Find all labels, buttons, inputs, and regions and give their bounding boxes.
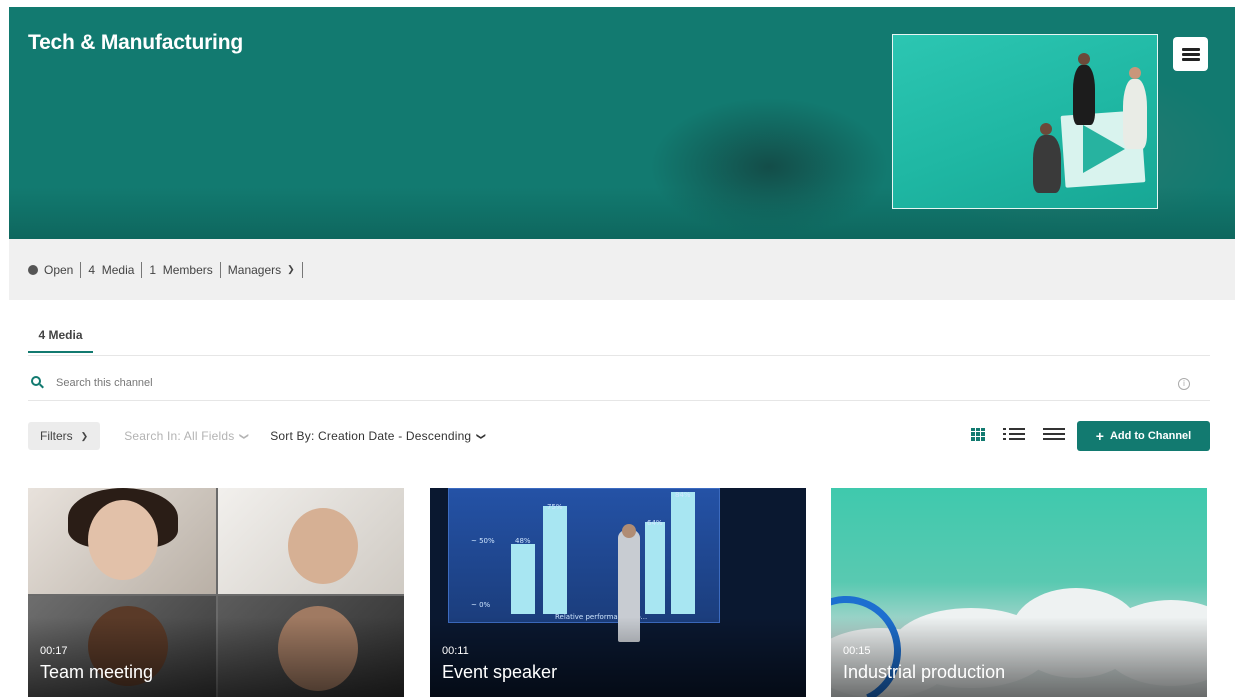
chevron-down-icon: ❯ <box>287 264 295 274</box>
divider <box>219 261 221 278</box>
thumbnail-bar <box>645 522 665 614</box>
media-toolbar: Filters ❯ Search In: All Fields ❯ Sort B… <box>28 421 1210 451</box>
media-count-label: Media <box>101 262 135 277</box>
sort-by-label: Sort By: Creation Date - Descending <box>270 429 472 443</box>
info-icon[interactable]: i <box>1178 378 1190 390</box>
thumbnail-bar <box>671 492 695 614</box>
channel-banner: Tech & Manufacturing <box>9 7 1235 239</box>
plus-icon: + <box>1095 428 1104 444</box>
media-title[interactable]: Industrial production <box>843 662 1005 683</box>
thumbnail-face <box>88 500 158 580</box>
members-count: 1 <box>149 262 157 277</box>
thumbnail-speaker-head <box>622 524 636 538</box>
media-duration: 00:11 <box>442 645 469 657</box>
screen-axis-label: ~ 0% <box>471 601 491 609</box>
thumbnail-person-head <box>1040 123 1052 135</box>
channel-actions-menu-button[interactable] <box>1173 37 1208 71</box>
chevron-down-icon: ❯ <box>476 432 487 440</box>
chevron-right-icon: ❯ <box>80 430 89 441</box>
thumbnail-overlay <box>430 617 806 697</box>
search-in-dropdown[interactable]: Search In: All Fields ❯ <box>124 429 250 443</box>
media-title[interactable]: Team meeting <box>40 662 153 683</box>
detailed-list-view-icon[interactable] <box>1003 427 1025 441</box>
screen-bar-label: 64% <box>647 519 663 527</box>
managers-dropdown[interactable]: Managers ❯ <box>228 263 295 277</box>
screen-bar-label: 84% <box>675 491 691 499</box>
divider <box>80 261 82 278</box>
menu-icon <box>1181 46 1200 63</box>
filters-button[interactable]: Filters ❯ <box>28 422 101 450</box>
media-duration: 00:15 <box>843 645 871 657</box>
media-title[interactable]: Event speaker <box>442 662 557 683</box>
chevron-down-icon: ❯ <box>239 432 250 440</box>
channel-title: Tech & Manufacturing <box>28 31 243 54</box>
screen-bar-label: 48% <box>515 537 531 545</box>
thumbnail-person-head <box>1078 53 1090 65</box>
visibility-label: Open <box>44 262 74 277</box>
tabs-divider <box>28 355 1210 356</box>
members-count-label: Members <box>162 262 213 277</box>
media-card[interactable]: 00:17 Team meeting <box>28 488 404 697</box>
screen-axis-label: ~ 50% <box>471 537 495 545</box>
media-card[interactable]: 00:15 Industrial production <box>831 488 1207 697</box>
channel-page: Tech & Manufacturing Open 4 Media 1 Memb… <box>0 0 1235 697</box>
add-to-channel-label: Add to Channel <box>1109 430 1192 442</box>
tab-media[interactable]: 4 Media <box>28 322 93 353</box>
thumbnail-person <box>1033 135 1061 193</box>
managers-label: Managers <box>227 262 282 277</box>
divider <box>141 261 143 278</box>
media-count: 4 <box>88 262 96 277</box>
screen-bar-label: 75% <box>547 503 563 511</box>
filters-label: Filters <box>40 429 73 443</box>
thumbnail-screen: 48% 75% 64% 84% ~ 50% ~ 0% Relative perf… <box>448 488 720 623</box>
media-duration: 00:17 <box>40 645 68 657</box>
search-input[interactable] <box>56 376 956 389</box>
thumbnail-overlay <box>28 617 404 697</box>
add-to-channel-button[interactable]: + Add to Channel <box>1077 421 1210 451</box>
thumbnail-person-head <box>1129 67 1141 79</box>
grid-view-icon[interactable] <box>971 427 985 441</box>
globe-icon <box>28 264 38 275</box>
thumbnail-overlay <box>831 617 1207 697</box>
thumbnail-person <box>1073 65 1095 125</box>
channel-thumbnail <box>892 34 1158 209</box>
thumbnail-face <box>288 508 358 584</box>
channel-search-bar: i <box>28 365 1210 401</box>
search-in-label: Search In: All Fields <box>124 429 235 443</box>
compact-list-view-icon[interactable] <box>1043 427 1065 441</box>
thumbnail-bar <box>511 544 535 614</box>
divider <box>301 261 303 278</box>
media-card[interactable]: 48% 75% 64% 84% ~ 50% ~ 0% Relative perf… <box>430 488 806 697</box>
search-icon[interactable] <box>31 375 45 390</box>
thumbnail-bar <box>543 506 567 614</box>
view-switcher <box>971 427 1065 441</box>
sort-by-dropdown[interactable]: Sort By: Creation Date - Descending ❯ <box>270 429 487 443</box>
channel-info-strip: Open 4 Media 1 Members Managers ❯ <box>9 239 1235 300</box>
play-icon <box>1083 125 1125 173</box>
thumbnail-person <box>1123 79 1147 149</box>
